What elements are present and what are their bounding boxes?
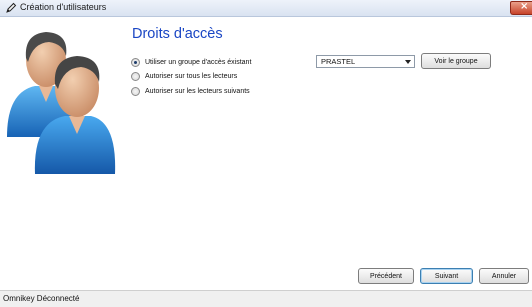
radio-label: Utiliser un groupe d'accès éxistant bbox=[145, 59, 252, 66]
radio-button[interactable] bbox=[131, 58, 140, 67]
view-group-button[interactable]: Voir le groupe bbox=[421, 53, 491, 69]
reader-status: Omnikey Déconnecté bbox=[3, 294, 80, 303]
status-bar: Omnikey Déconnecté bbox=[0, 290, 532, 307]
radio-label: Autoriser sur les lecteurs suivants bbox=[145, 88, 250, 95]
select-value: PRASTEL bbox=[321, 57, 356, 66]
cancel-button[interactable]: Annuler bbox=[479, 268, 529, 284]
access-group-select[interactable]: PRASTEL bbox=[316, 55, 415, 68]
window-title: Création d'utilisateurs bbox=[20, 2, 107, 12]
radio-button[interactable] bbox=[131, 87, 140, 96]
users-icon bbox=[7, 32, 116, 174]
next-button[interactable]: Suivant bbox=[420, 268, 473, 284]
pencil-icon bbox=[6, 2, 17, 13]
radio-following-readers[interactable]: Autoriser sur les lecteurs suivants bbox=[131, 86, 250, 97]
radio-all-readers[interactable]: Autoriser sur tous les lecteurs bbox=[131, 71, 237, 82]
radio-button[interactable] bbox=[131, 72, 140, 81]
radio-use-existing-group[interactable]: Utiliser un groupe d'accès éxistant bbox=[131, 57, 251, 68]
previous-button[interactable]: Précédent bbox=[358, 268, 414, 284]
close-icon: × bbox=[520, 1, 529, 12]
radio-label: Autoriser sur tous les lecteurs bbox=[145, 73, 238, 80]
chevron-down-icon[interactable] bbox=[405, 60, 411, 64]
close-button[interactable]: × bbox=[510, 1, 532, 15]
page-title: Droits d'accès bbox=[132, 26, 223, 42]
window-titlebar: Création d'utilisateurs × bbox=[0, 0, 532, 17]
